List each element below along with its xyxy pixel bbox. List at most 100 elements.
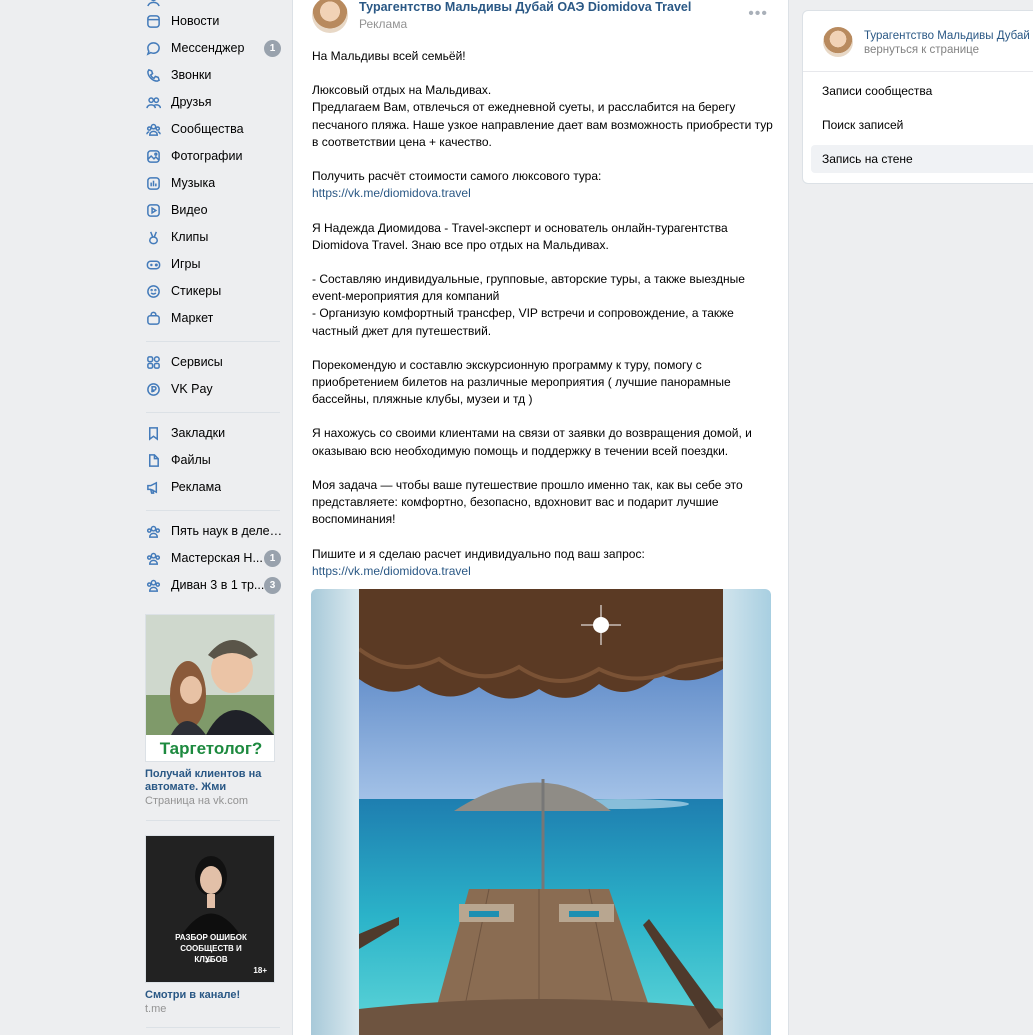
- ad-title[interactable]: Получай клиентов на автомате. Жми: [145, 768, 275, 794]
- sidebar-item-bookmarks[interactable]: Закладки: [140, 421, 285, 445]
- post-paragraph: Люксовый отдых на Мальдивах. Предлагаем …: [312, 83, 773, 149]
- sidebar-item-photos[interactable]: Фотографии: [140, 144, 285, 168]
- sidebar-item-label: Мессенджер: [171, 41, 245, 55]
- sidebar-item-label: Новости: [171, 14, 220, 28]
- post-paragraph: Порекомендую и составлю экскурсионную пр…: [312, 357, 734, 407]
- sidebar-item-label: Сервисы: [171, 355, 223, 369]
- sidebar-item-label: Игры: [171, 257, 201, 271]
- photos-icon: [140, 144, 166, 168]
- ad-image[interactable]: РАЗБОР ОШИБОК СООБЩЕСТВ И КЛУБОВ ➢ 18+: [145, 835, 275, 983]
- sidebar-item-label: Реклама: [171, 480, 222, 494]
- post-photo[interactable]: [311, 589, 771, 1035]
- sidebar-item-label: Сообщества: [171, 122, 244, 136]
- unread-badge: 1: [264, 550, 281, 567]
- community-name-link[interactable]: Турагентство Мальдивы Дубай ОАЭ: [864, 30, 1033, 42]
- vkpay-icon: [140, 377, 166, 401]
- sidebar-item-ads[interactable]: Реклама: [140, 475, 285, 499]
- sidebar-item-label: Пять наук в деле | ...: [171, 524, 283, 538]
- friends-icon: [140, 90, 166, 114]
- menu-item-community-posts[interactable]: Записи сообщества: [811, 77, 1033, 105]
- wall-post: Турагентство Мальдивы Дубай ОАЭ Diomidov…: [292, 0, 789, 1035]
- unread-badge: 3: [264, 577, 281, 594]
- clips-icon: [140, 225, 166, 249]
- messenger-icon: [140, 36, 166, 60]
- communities-icon: [140, 117, 166, 141]
- sidebar-item-vkpay[interactable]: VK Pay: [140, 377, 285, 401]
- post-link[interactable]: https://vk.me/diomidova.travel: [312, 564, 471, 578]
- sidebar-item-community[interactable]: Мастерская Н... 1: [140, 546, 285, 570]
- ad-subtitle: Страница на vk.com: [145, 795, 248, 807]
- sidebar-item-video[interactable]: Видео: [140, 198, 285, 222]
- ad-subtitle: t.me: [145, 1003, 167, 1015]
- video-icon: [140, 198, 166, 222]
- ad-image[interactable]: Таргетолог?: [145, 614, 275, 762]
- community-avatar[interactable]: [823, 27, 853, 57]
- ad-title[interactable]: Смотри в канале!: [145, 989, 275, 1002]
- post-author-link[interactable]: Турагентство Мальдивы Дубай ОАЭ Diomidov…: [359, 0, 691, 14]
- sidebar-item-clips[interactable]: Клипы: [140, 225, 285, 249]
- phone-icon: [140, 63, 166, 87]
- sidebar-item-label: Звонки: [171, 68, 212, 82]
- sidebar-item-calls[interactable]: Звонки: [140, 63, 285, 87]
- sidebar-item-label: Музыка: [171, 176, 216, 190]
- sidebar-item-communities[interactable]: Сообщества: [140, 117, 285, 141]
- sidebar-item-files[interactable]: Файлы: [140, 448, 285, 472]
- market-icon: [140, 306, 166, 330]
- sidebar-item-news[interactable]: Новости: [140, 9, 285, 33]
- sidebar-ad[interactable]: Таргетолог? Получай клиентов на автомате…: [145, 614, 275, 807]
- files-icon: [140, 448, 166, 472]
- games-icon: [140, 252, 166, 276]
- sidebar-item-label: Диван 3 в 1 тр...: [171, 578, 265, 592]
- stickers-icon: [140, 279, 166, 303]
- sidebar-item-games[interactable]: Игры: [140, 252, 285, 276]
- community-icon: [140, 519, 166, 543]
- sidebar-divider: [146, 1027, 280, 1028]
- maldives-photo: [359, 589, 723, 1035]
- more-options-icon[interactable]: •••: [748, 5, 768, 23]
- author-avatar[interactable]: [312, 0, 348, 33]
- sidebar-item-friends[interactable]: Друзья: [140, 90, 285, 114]
- sidebar-divider: [146, 510, 280, 511]
- sidebar-item-community[interactable]: Пять наук в деле | ...: [140, 519, 285, 543]
- sidebar-divider: [146, 412, 280, 413]
- right-panel-divider: [803, 71, 1033, 72]
- post-paragraph: Моя задача — чтобы ваше путешествие прош…: [312, 477, 746, 527]
- services-icon: [140, 350, 166, 374]
- sidebar-item-label: Фотографии: [171, 149, 243, 163]
- age-badge: 18+: [253, 966, 267, 975]
- sidebar-item-stickers[interactable]: Стикеры: [140, 279, 285, 303]
- post-paragraph: Получить расчёт стоимости самого люксово…: [312, 169, 602, 184]
- sidebar-item-label: Стикеры: [171, 284, 222, 298]
- community-icon: [140, 546, 166, 570]
- sidebar-item-community[interactable]: Диван 3 в 1 тр... 3: [140, 573, 285, 597]
- sidebar-ad[interactable]: РАЗБОР ОШИБОК СООБЩЕСТВ И КЛУБОВ ➢ 18+ С…: [145, 835, 275, 1015]
- menu-item-wall-post[interactable]: Запись на стене: [811, 145, 1033, 173]
- post-link[interactable]: https://vk.me/diomidova.travel: [312, 186, 471, 200]
- community-icon: [140, 573, 166, 597]
- sidebar-item-label: Файлы: [171, 453, 211, 467]
- menu-item-search-posts[interactable]: Поиск записей: [811, 111, 1033, 139]
- right-panel: Турагентство Мальдивы Дубай ОАЭ вернутьс…: [802, 10, 1033, 184]
- sidebar-item-label: Закладки: [171, 426, 226, 440]
- post-paragraph: Пишите и я сделаю расчет индивидуально п…: [312, 546, 645, 561]
- sidebar-item-services[interactable]: Сервисы: [140, 350, 285, 374]
- unread-badge: 1: [264, 40, 281, 57]
- post-ad-label: Реклама: [359, 17, 408, 31]
- sidebar-item-label: Видео: [171, 203, 208, 217]
- send-icon: ➢: [204, 955, 214, 967]
- sidebar-item-label: Мастерская Н...: [171, 551, 263, 565]
- bookmarks-icon: [140, 421, 166, 445]
- sidebar-item-label: VK Pay: [171, 382, 213, 396]
- sidebar-item-messenger[interactable]: Мессенджер 1: [140, 36, 285, 60]
- post-paragraph: Я нахожусь со своими клиентами на связи …: [312, 426, 756, 458]
- music-icon: [140, 171, 166, 195]
- post-paragraph: На Мальдивы всей семьёй!: [312, 49, 466, 63]
- sidebar-divider: [146, 341, 280, 342]
- left-sidebar: Новости Мессенджер 1 Звонки Друзья Сообщ…: [140, 0, 285, 1035]
- sidebar-item-label: Клипы: [171, 230, 209, 244]
- sidebar-item-music[interactable]: Музыка: [140, 171, 285, 195]
- back-to-page-link[interactable]: вернуться к странице: [864, 44, 979, 56]
- sidebar-item-market[interactable]: Маркет: [140, 306, 285, 330]
- sidebar-item-label: Друзья: [171, 95, 212, 109]
- post-paragraph: Я Надежда Диомидова - Travel-эксперт и о…: [312, 220, 732, 252]
